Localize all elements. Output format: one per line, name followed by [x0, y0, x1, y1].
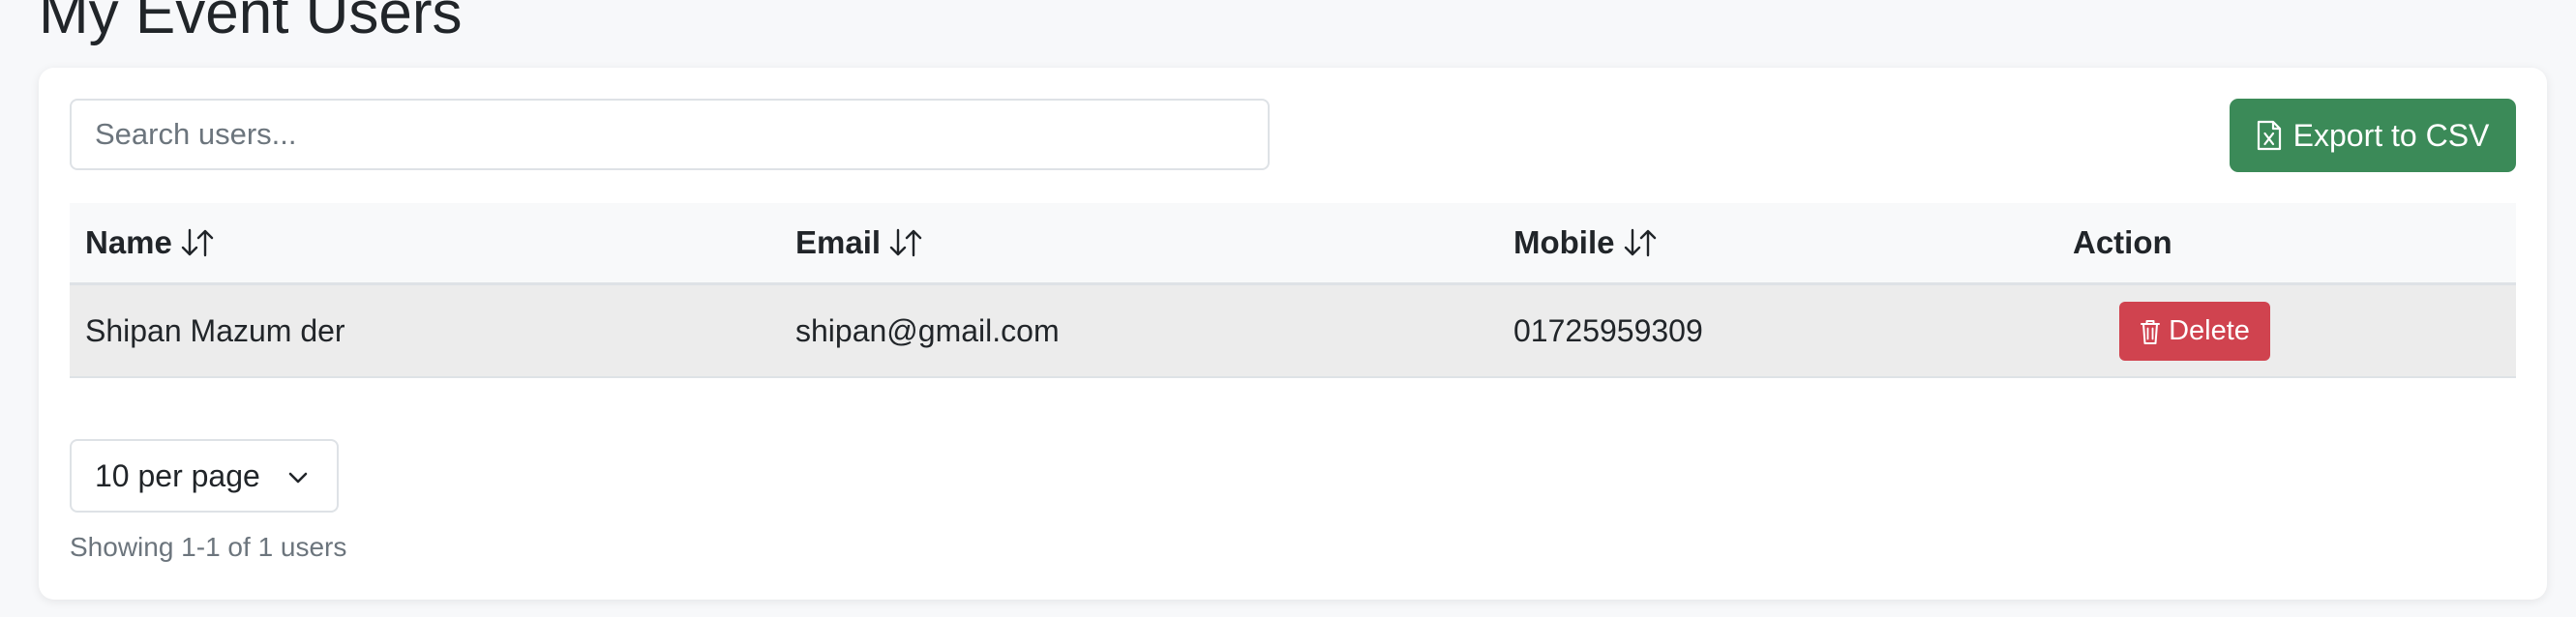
cell-name: Shipan Mazum der — [85, 312, 345, 348]
column-header-name[interactable]: Name — [85, 203, 215, 282]
pagination-summary: Showing 1-1 of 1 users — [70, 532, 347, 562]
column-header-mobile[interactable]: Mobile — [1513, 203, 1658, 282]
users-table: Name Email Mobile Action Shipan Mazum de… — [70, 203, 2516, 378]
delete-button[interactable]: Delete — [2119, 302, 2270, 361]
table-header: Name Email Mobile Action — [70, 203, 2516, 285]
search-input[interactable] — [70, 99, 1270, 170]
sort-arrows-icon — [180, 226, 215, 259]
per-page-select[interactable]: 10 per page — [70, 439, 339, 513]
per-page-value: 10 per page — [95, 457, 260, 493]
trash-icon — [2140, 318, 2161, 345]
chevron-down-icon — [286, 466, 310, 489]
delete-label: Delete — [2169, 315, 2250, 346]
column-header-label: Name — [85, 224, 172, 260]
cell-email: shipan@gmail.com — [795, 312, 1060, 348]
column-header-label: Mobile — [1513, 224, 1615, 260]
sort-arrows-icon — [1623, 226, 1658, 259]
users-card: Export to CSV Name Email — [39, 68, 2547, 600]
export-csv-button[interactable]: Export to CSV — [2230, 99, 2516, 172]
cell-mobile: 01725959309 — [1513, 312, 1703, 348]
file-excel-icon — [2257, 120, 2282, 151]
column-header-label: Action — [2073, 224, 2172, 260]
column-header-action: Action — [2073, 203, 2172, 282]
column-header-label: Email — [795, 224, 882, 260]
page-title: My Event Users — [39, 0, 463, 46]
sort-arrows-icon — [888, 226, 923, 259]
column-header-email[interactable]: Email — [795, 203, 923, 282]
export-csv-label: Export to CSV — [2292, 117, 2490, 153]
table-row: Shipan Mazum der shipan@gmail.com 017259… — [70, 285, 2516, 378]
